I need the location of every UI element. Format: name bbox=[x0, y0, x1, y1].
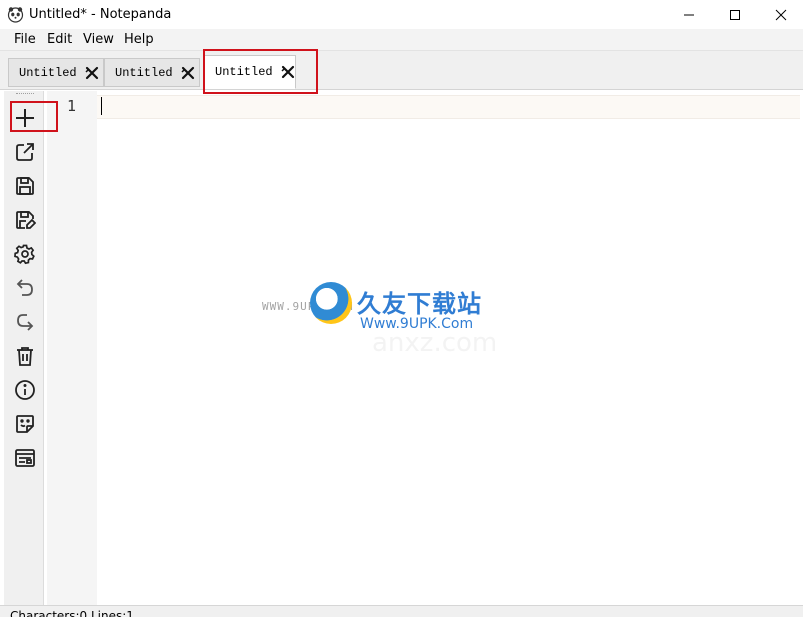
maximize-icon bbox=[730, 9, 740, 20]
watermark-logo-icon bbox=[310, 282, 352, 324]
line-number: 1 bbox=[67, 97, 77, 115]
undo-icon bbox=[16, 279, 33, 296]
close-x-icon[interactable] bbox=[181, 66, 195, 80]
title-bar: Untitled* - Notepanda bbox=[0, 0, 803, 29]
close-window-button[interactable] bbox=[758, 0, 803, 29]
layout-icon bbox=[15, 449, 35, 467]
about-button[interactable] bbox=[11, 376, 39, 404]
minimize-icon bbox=[684, 14, 694, 15]
close-x-icon[interactable] bbox=[85, 66, 99, 80]
menu-edit[interactable]: Edit bbox=[47, 32, 72, 47]
info-icon bbox=[15, 380, 35, 400]
maximize-button[interactable] bbox=[712, 0, 758, 29]
sticky-note-icon bbox=[16, 415, 34, 433]
line-number-gutter: 1 bbox=[47, 91, 97, 605]
redo-button[interactable] bbox=[11, 308, 39, 336]
new-file-button[interactable] bbox=[11, 104, 39, 132]
save-button[interactable] bbox=[11, 172, 39, 200]
status-bar: Characters:0 Lines:1 bbox=[0, 605, 803, 617]
tab-untitled-2[interactable]: Untitled bbox=[104, 58, 200, 87]
window-title: Untitled* - Notepanda bbox=[29, 7, 172, 22]
tab-label: Untitled bbox=[115, 65, 173, 80]
status-text: Characters:0 Lines:1 bbox=[10, 609, 134, 617]
preview-button[interactable] bbox=[11, 444, 39, 472]
toolbar-grip[interactable] bbox=[16, 93, 34, 96]
watermark-ghost-text: anxz.com bbox=[372, 328, 498, 358]
save-icon bbox=[16, 177, 34, 195]
settings-button[interactable] bbox=[11, 240, 39, 268]
side-toolbar bbox=[4, 91, 44, 605]
save-edit-icon bbox=[16, 211, 36, 229]
menu-view[interactable]: View bbox=[83, 32, 114, 47]
tab-label: Untitled bbox=[215, 65, 273, 79]
save-as-button[interactable] bbox=[11, 206, 39, 234]
menu-file[interactable]: File bbox=[14, 32, 36, 47]
minimize-button[interactable] bbox=[666, 0, 712, 29]
close-icon bbox=[775, 9, 787, 20]
watermark-url: Www.9UPK.Com bbox=[360, 316, 474, 332]
text-caret bbox=[101, 97, 102, 115]
open-file-button[interactable] bbox=[11, 138, 39, 166]
plus-icon bbox=[16, 109, 34, 127]
tab-untitled-3[interactable]: Untitled bbox=[204, 55, 296, 89]
tab-label: Untitled bbox=[19, 65, 77, 80]
current-line-highlight bbox=[97, 95, 800, 119]
menu-help[interactable]: Help bbox=[124, 32, 154, 47]
external-link-icon bbox=[16, 143, 34, 161]
clear-button[interactable] bbox=[11, 342, 39, 370]
menu-bar: File Edit View Help bbox=[0, 29, 803, 50]
gear-icon bbox=[14, 244, 35, 265]
watermark-brand: 久友下载站 bbox=[357, 290, 482, 318]
trash-icon bbox=[17, 347, 33, 366]
redo-icon bbox=[17, 314, 34, 331]
undo-button[interactable] bbox=[11, 274, 39, 302]
tab-untitled-1[interactable]: Untitled bbox=[8, 58, 104, 87]
panda-icon bbox=[7, 6, 24, 23]
sticky-note-button[interactable] bbox=[11, 410, 39, 438]
tab-bar: Untitled Untitled Untitled bbox=[0, 50, 803, 90]
watermark: anxz.com WWW.9UPK.COM 久友下载站 Www.9UPK.Com bbox=[262, 278, 522, 358]
close-x-icon[interactable] bbox=[281, 65, 295, 79]
